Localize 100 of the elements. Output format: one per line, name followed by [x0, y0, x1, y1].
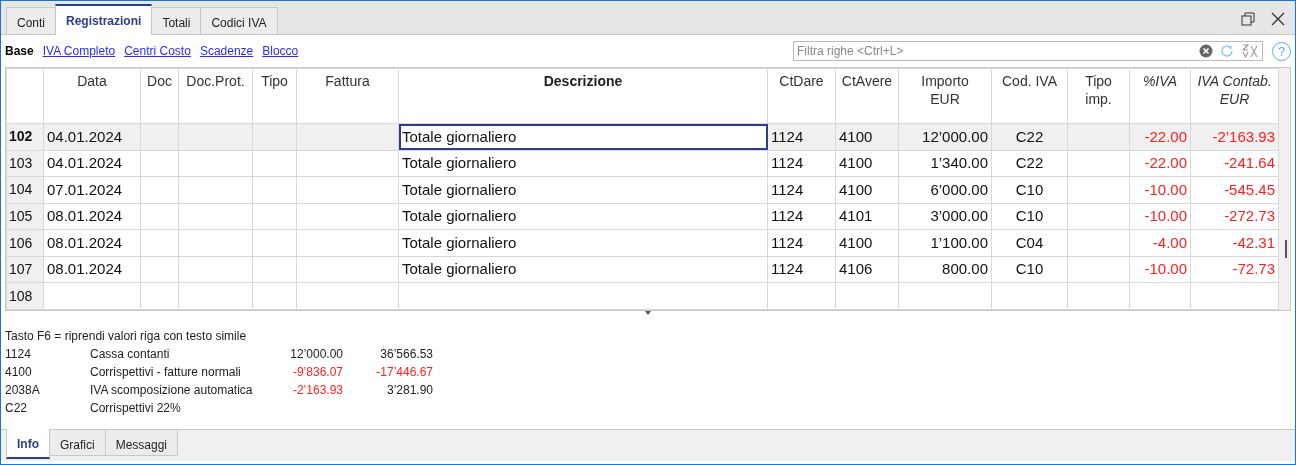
- table-cell: 3’000.00: [898, 203, 992, 230]
- table-cell: 4106: [835, 256, 899, 283]
- clear-icon[interactable]: [1199, 44, 1213, 58]
- tab[interactable]: Totali: [151, 7, 202, 34]
- account-description: Corrispettivi - fatture normali: [90, 364, 242, 381]
- column-header[interactable]: Descrizione: [398, 68, 768, 124]
- table-cell: Totale giornaliero: [398, 150, 768, 177]
- account-code: 2038A: [5, 382, 41, 399]
- close-icon[interactable]: [1271, 12, 1285, 26]
- row-number: 103: [6, 150, 44, 177]
- view-link[interactable]: IVA Completo: [42, 42, 116, 60]
- table-cell: 1124: [767, 229, 836, 257]
- table-cell: C22: [991, 123, 1068, 151]
- column-header[interactable]: Tipo imp.: [1067, 68, 1130, 124]
- table-cell: 04.01.2024: [43, 150, 141, 177]
- column-header[interactable]: Tipo: [252, 68, 297, 124]
- table-cell: -10.00: [1129, 176, 1191, 204]
- table-cell: 08.01.2024: [43, 229, 141, 257]
- view-link[interactable]: Centri Costo: [124, 42, 191, 60]
- column-header[interactable]: Doc: [140, 68, 179, 124]
- column-header[interactable]: Cod. IVA: [991, 68, 1068, 124]
- splitter-handle-icon[interactable]: [645, 311, 651, 315]
- table-cell: 08.01.2024: [43, 256, 141, 283]
- column-header[interactable]: CtDare: [767, 68, 836, 124]
- account-description: Corrispettivi 22%: [90, 400, 182, 417]
- table-cell: Totale giornaliero: [398, 256, 768, 283]
- row-number: 108: [6, 282, 44, 310]
- table-cell: 1124: [767, 123, 836, 151]
- tab[interactable]: Registrazioni: [55, 4, 153, 35]
- row-number: 105: [6, 203, 44, 230]
- table-cell: -22.00: [1129, 150, 1191, 177]
- table-cell: 07.01.2024: [43, 176, 141, 204]
- column-header[interactable]: CtAvere: [835, 68, 899, 124]
- table-cell: 04.01.2024: [43, 123, 141, 151]
- column-header[interactable]: %IVA: [1129, 68, 1191, 124]
- table-cell: 1124: [767, 256, 836, 283]
- table-cell: -545.45: [1190, 176, 1279, 204]
- table-cell: 1124: [767, 176, 836, 204]
- amount: -17’446.67: [375, 364, 433, 381]
- table-cell: -241.64: [1190, 150, 1279, 177]
- column-header[interactable]: Doc.Prot.: [178, 68, 253, 124]
- table-cell: 4100: [835, 176, 899, 204]
- amount: 3’281.90: [385, 382, 433, 399]
- tab[interactable]: Codici IVA: [200, 7, 278, 34]
- view-link[interactable]: Base: [5, 42, 34, 60]
- table-cell: 1124: [767, 203, 836, 230]
- info-hint: Tasto F6 = riprendi valori riga con testo simile: [5, 328, 248, 345]
- column-header[interactable]: Fattura: [296, 68, 399, 124]
- table-cell: 1’340.00: [898, 150, 992, 177]
- table-cell: -10.00: [1129, 256, 1191, 283]
- table-cell: C10: [991, 176, 1068, 204]
- table-cell: 1124: [767, 150, 836, 177]
- table-cell: C10: [991, 203, 1068, 230]
- account-code: C22: [5, 400, 28, 417]
- account-description: IVA scomposizione automatica: [90, 382, 254, 399]
- table-cell: -272.73: [1190, 203, 1279, 230]
- restore-icon[interactable]: [1241, 12, 1255, 26]
- view-link[interactable]: Blocco: [262, 42, 299, 60]
- table-cell: 08.01.2024: [43, 203, 141, 230]
- table-cell: C22: [991, 150, 1068, 177]
- tab[interactable]: Grafici: [49, 430, 106, 456]
- column-header[interactable]: IVA Contab. EUR: [1190, 68, 1279, 124]
- tab[interactable]: Info: [6, 429, 50, 459]
- table-cell: 4101: [835, 203, 899, 230]
- column-header[interactable]: Data: [43, 68, 141, 124]
- tab[interactable]: Messaggi: [104, 430, 179, 456]
- table-cell: 800.00: [898, 256, 992, 283]
- table-cell: Totale giornaliero: [398, 176, 768, 204]
- amount: 12’000.00: [289, 346, 343, 363]
- table-cell: Totale giornaliero: [398, 123, 768, 151]
- table-cell: -10.00: [1129, 203, 1191, 230]
- row-number: 107: [6, 256, 44, 283]
- table-cell: -2’163.93: [1190, 123, 1279, 151]
- row-number: 104: [6, 176, 44, 204]
- account-description: Cassa contanti: [90, 346, 171, 363]
- sort-filter-icon[interactable]: [1241, 43, 1259, 59]
- row-number: 106: [6, 229, 44, 257]
- column-header[interactable]: Importo EUR: [898, 68, 992, 124]
- account-code: 4100: [5, 364, 33, 381]
- table-cell: 4100: [835, 229, 899, 257]
- table-cell: -42.31: [1190, 229, 1279, 257]
- view-link[interactable]: Scadenze: [199, 42, 254, 60]
- filter-field[interactable]: Filtra righe <Ctrl+L>: [793, 41, 1263, 61]
- table-cell: Totale giornaliero: [398, 229, 768, 257]
- scroll-thumb[interactable]: [1285, 240, 1287, 258]
- table-cell: 1’100.00: [898, 229, 992, 257]
- table-cell: Totale giornaliero: [398, 203, 768, 230]
- table-cell: C04: [991, 229, 1068, 257]
- table-cell: -4.00: [1129, 229, 1191, 257]
- tab[interactable]: Conti: [6, 7, 56, 34]
- amount: 36’566.53: [379, 346, 433, 363]
- amount: -2’163.93: [291, 382, 343, 399]
- account-code: 1124: [5, 346, 32, 363]
- table-cell: -72.73: [1190, 256, 1279, 283]
- table-cell: 6’000.00: [898, 176, 992, 204]
- row-number: 102: [6, 123, 44, 151]
- amount: -9’836.07: [291, 364, 343, 381]
- table-cell: 4100: [835, 150, 899, 177]
- table-cell: C10: [991, 256, 1068, 283]
- table-cell: 12’000.00: [898, 123, 992, 151]
